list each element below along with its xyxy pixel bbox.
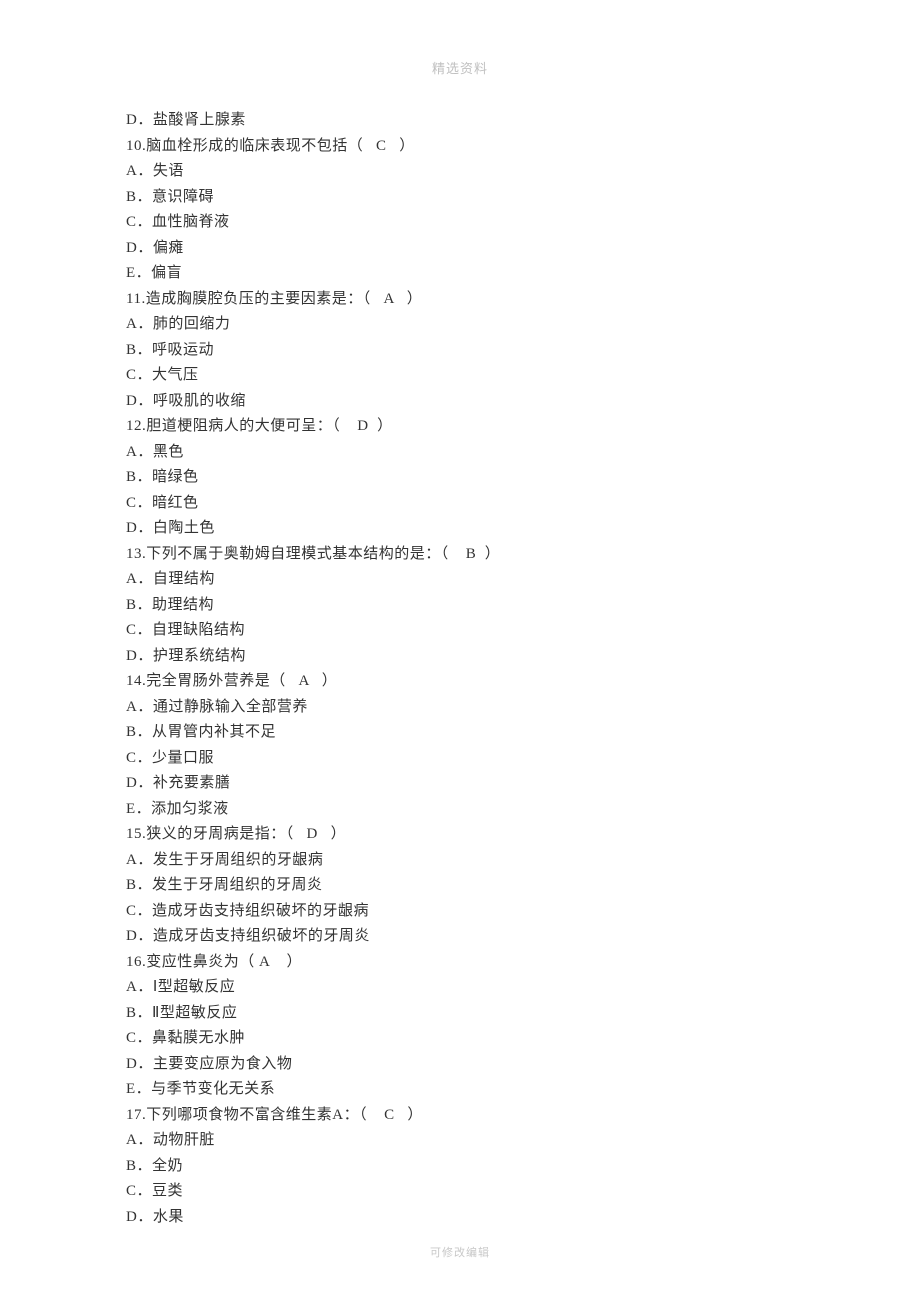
text-line: D．呼吸肌的收缩 <box>126 389 806 415</box>
text-line: 12.胆道梗阻病人的大便可呈：（ D ） <box>126 414 806 440</box>
text-line: B．助理结构 <box>126 593 806 619</box>
text-line: C．豆类 <box>126 1179 806 1205</box>
text-line: A．动物肝脏 <box>126 1128 806 1154</box>
text-line: 14.完全胃肠外营养是（ A ） <box>126 669 806 695</box>
document-body: D．盐酸肾上腺素 10.脑血栓形成的临床表现不包括（ C ） A．失语 B．意识… <box>126 108 806 1230</box>
text-line: E．添加匀浆液 <box>126 797 806 823</box>
text-line: D．盐酸肾上腺素 <box>126 108 806 134</box>
text-line: B．发生于牙周组织的牙周炎 <box>126 873 806 899</box>
text-line: A．肺的回缩力 <box>126 312 806 338</box>
text-line: D．水果 <box>126 1205 806 1231</box>
text-line: 16.变应性鼻炎为（ A ） <box>126 950 806 976</box>
text-line: D．白陶土色 <box>126 516 806 542</box>
text-line: A．黑色 <box>126 440 806 466</box>
text-line: B．呼吸运动 <box>126 338 806 364</box>
text-line: C．鼻黏膜无水肿 <box>126 1026 806 1052</box>
page-header: 精选资料 <box>0 58 920 77</box>
text-line: B．意识障碍 <box>126 185 806 211</box>
text-line: A．失语 <box>126 159 806 185</box>
text-line: A．Ⅰ型超敏反应 <box>126 975 806 1001</box>
text-line: C．自理缺陷结构 <box>126 618 806 644</box>
text-line: B．全奶 <box>126 1154 806 1180</box>
text-line: A．通过静脉输入全部营养 <box>126 695 806 721</box>
text-line: D．造成牙齿支持组织破坏的牙周炎 <box>126 924 806 950</box>
text-line: B．Ⅱ型超敏反应 <box>126 1001 806 1027</box>
text-line: C．造成牙齿支持组织破坏的牙龈病 <box>126 899 806 925</box>
text-line: E．与季节变化无关系 <box>126 1077 806 1103</box>
text-line: 11.造成胸膜腔负压的主要因素是：（ A ） <box>126 287 806 313</box>
text-line: C．暗红色 <box>126 491 806 517</box>
text-line: C．少量口服 <box>126 746 806 772</box>
text-line: D．补充要素膳 <box>126 771 806 797</box>
page-footer: 可修改编辑 <box>0 1244 920 1260</box>
text-line: B．从胃管内补其不足 <box>126 720 806 746</box>
text-line: E．偏盲 <box>126 261 806 287</box>
text-line: D．偏瘫 <box>126 236 806 262</box>
text-line: C．大气压 <box>126 363 806 389</box>
text-line: A．自理结构 <box>126 567 806 593</box>
text-line: B．暗绿色 <box>126 465 806 491</box>
text-line: 15.狭义的牙周病是指：（ D ） <box>126 822 806 848</box>
text-line: D．护理系统结构 <box>126 644 806 670</box>
text-line: D．主要变应原为食入物 <box>126 1052 806 1078</box>
text-line: 13.下列不属于奥勒姆自理模式基本结构的是：（ B ） <box>126 542 806 568</box>
text-line: C．血性脑脊液 <box>126 210 806 236</box>
text-line: A．发生于牙周组织的牙龈病 <box>126 848 806 874</box>
text-line: 17.下列哪项食物不富含维生素A：（ C ） <box>126 1103 806 1129</box>
text-line: 10.脑血栓形成的临床表现不包括（ C ） <box>126 134 806 160</box>
